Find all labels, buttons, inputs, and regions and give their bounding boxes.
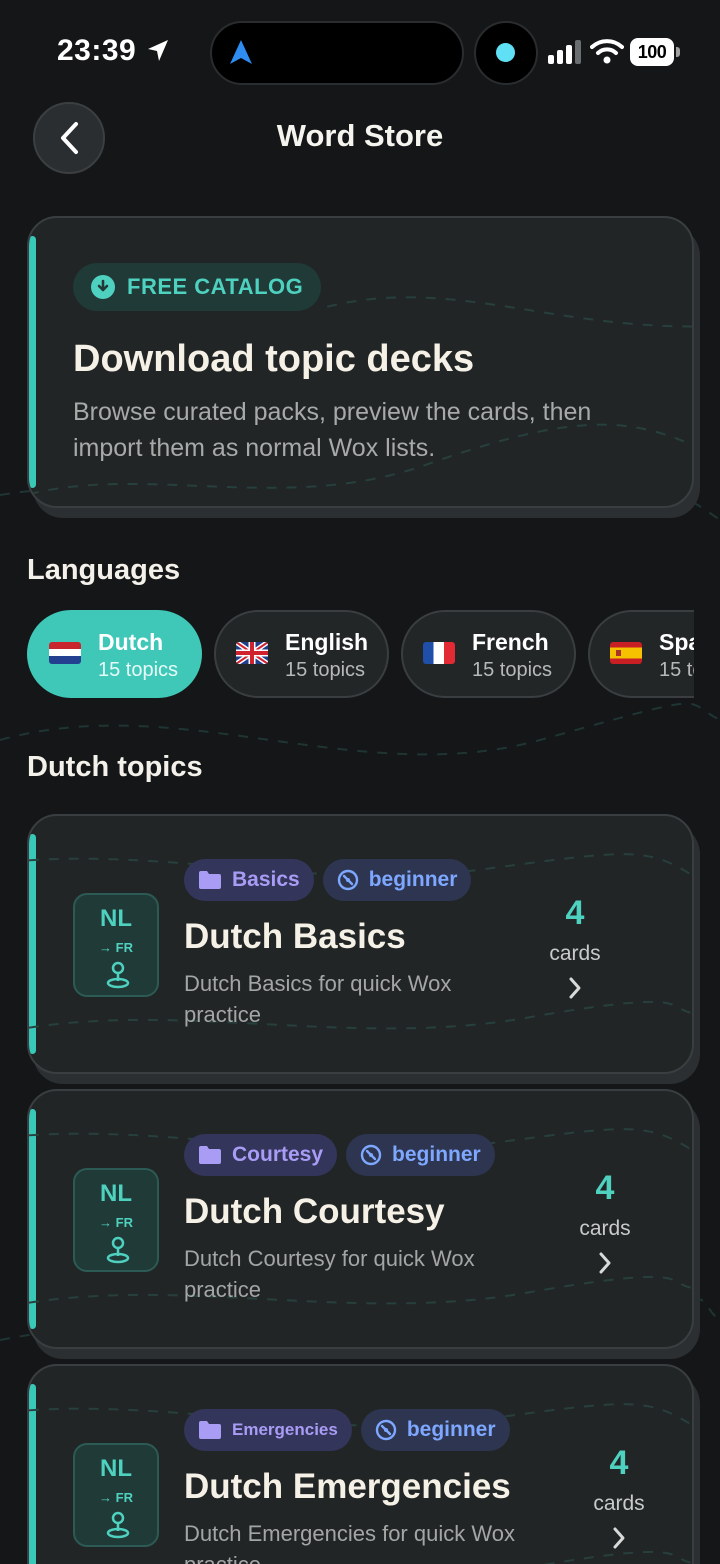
topic-card-emergencies[interactable]: NL → FR Emergencies beginner Dutch Emerg…: [27, 1364, 694, 1564]
topic-tags: Courtesy beginner: [184, 1134, 495, 1176]
chip-name: Dutch: [98, 629, 164, 655]
topic-title: Dutch Basics: [184, 917, 406, 956]
source-language-code: NL: [100, 905, 132, 932]
chip-count: 15 topics: [472, 659, 553, 681]
map-pin-icon: [106, 961, 130, 989]
languages-heading: Languages: [27, 554, 181, 586]
topic-card-basics[interactable]: NL → FR Basics beginner Dutch Basics Dut…: [27, 814, 694, 1074]
navigation-arrow-icon: [230, 40, 252, 64]
category-label: Basics: [232, 868, 300, 891]
target-language-code: → FR: [99, 1215, 133, 1230]
card-count: 4: [565, 894, 585, 932]
chevron-right-icon: [565, 1251, 645, 1275]
folder-icon: [199, 1146, 221, 1164]
category-tag: Emergencies: [184, 1409, 352, 1451]
spain-flag-icon: [610, 642, 642, 664]
map-pin-icon: [106, 1511, 130, 1539]
chip-name: English: [285, 629, 369, 655]
topic-description: Dutch Courtesy for quick Wox practice: [184, 1246, 475, 1302]
map-pin-icon: [106, 1236, 130, 1264]
target-language-code: → FR: [99, 940, 133, 955]
location-arrow-icon: [148, 40, 168, 61]
wifi-icon: [590, 39, 624, 64]
netherlands-flag-icon: [49, 642, 81, 664]
card-count-unit: cards: [549, 942, 601, 965]
language-chip-english[interactable]: English 15 topics: [214, 610, 389, 698]
target-language-code: → FR: [99, 1490, 133, 1505]
level-label: beginner: [368, 868, 458, 891]
card-count: 4: [609, 1444, 629, 1482]
source-language-code: NL: [100, 1455, 132, 1482]
level-tag: beginner: [322, 859, 472, 901]
category-label: Emergencies: [232, 1420, 338, 1439]
gauge-icon: [337, 869, 358, 891]
hero-description: Browse curated packs, preview the cards,…: [73, 398, 592, 462]
france-flag-icon: [423, 642, 455, 664]
topic-description: Dutch Basics for quick Wox practice: [184, 971, 452, 1027]
topic-tags: Emergencies beginner: [184, 1409, 510, 1451]
chip-count: 15 topics: [98, 659, 179, 681]
language-pair-icon: NL → FR: [73, 1443, 159, 1547]
language-chip-spanish[interactable]: Spanish 15 topics: [588, 610, 694, 698]
card-count-unit: cards: [593, 1492, 645, 1515]
chevron-right-icon: [535, 976, 615, 1000]
battery-level: 100: [630, 38, 674, 66]
free-catalog-badge: FREE CATALOG: [73, 263, 322, 311]
level-label: beginner: [392, 1143, 481, 1166]
language-chip-french[interactable]: French 15 topics: [401, 610, 576, 698]
level-label: beginner: [406, 1418, 496, 1441]
card-count-unit: cards: [579, 1217, 631, 1240]
chip-name: Spanish: [659, 629, 694, 655]
gauge-icon: [360, 1144, 382, 1166]
language-chip-row[interactable]: Dutch 15 topics English 15 topics French…: [0, 610, 694, 700]
language-chip-dutch[interactable]: Dutch 15 topics: [27, 610, 202, 698]
topic-card-courtesy[interactable]: NL → FR Courtesy beginner Dutch Courtesy…: [27, 1089, 694, 1349]
chevron-right-icon: [579, 1526, 659, 1550]
battery-icon: 100: [630, 38, 680, 66]
topic-title: Dutch Emergencies: [184, 1467, 511, 1506]
status-bar: 23:39 100: [0, 0, 720, 100]
folder-icon: [199, 1421, 221, 1439]
source-language-code: NL: [100, 1180, 132, 1207]
level-tag: beginner: [346, 1134, 495, 1176]
language-pair-icon: NL → FR: [73, 893, 159, 997]
cellular-signal-icon: [548, 40, 581, 64]
uk-flag-icon: [236, 642, 268, 664]
download-icon: [91, 275, 115, 299]
catalog-hero-card: FREE CATALOG Download topic decks Browse…: [27, 216, 694, 508]
chip-name: French: [472, 629, 549, 655]
status-time: 23:39: [57, 34, 137, 67]
language-pair-icon: NL → FR: [73, 1168, 159, 1272]
chip-count: 15 topics: [659, 659, 694, 681]
category-label: Courtesy: [232, 1143, 324, 1166]
level-tag: beginner: [360, 1409, 510, 1451]
topic-title: Dutch Courtesy: [184, 1192, 445, 1231]
topics-heading: Dutch topics: [27, 751, 203, 783]
card-count: 4: [595, 1169, 615, 1207]
chip-count: 15 topics: [285, 659, 366, 681]
topic-description: Dutch Emergencies for quick Wox practice: [184, 1521, 515, 1564]
page-title: Word Store: [276, 118, 444, 153]
badge-label: FREE CATALOG: [127, 274, 304, 299]
category-tag: Basics: [184, 859, 314, 901]
activity-indicator: [496, 43, 515, 62]
topic-tags: Basics beginner: [184, 859, 472, 901]
gauge-icon: [375, 1419, 397, 1441]
folder-icon: [199, 871, 221, 889]
hero-title: Download topic decks: [73, 338, 475, 380]
category-tag: Courtesy: [184, 1134, 338, 1176]
